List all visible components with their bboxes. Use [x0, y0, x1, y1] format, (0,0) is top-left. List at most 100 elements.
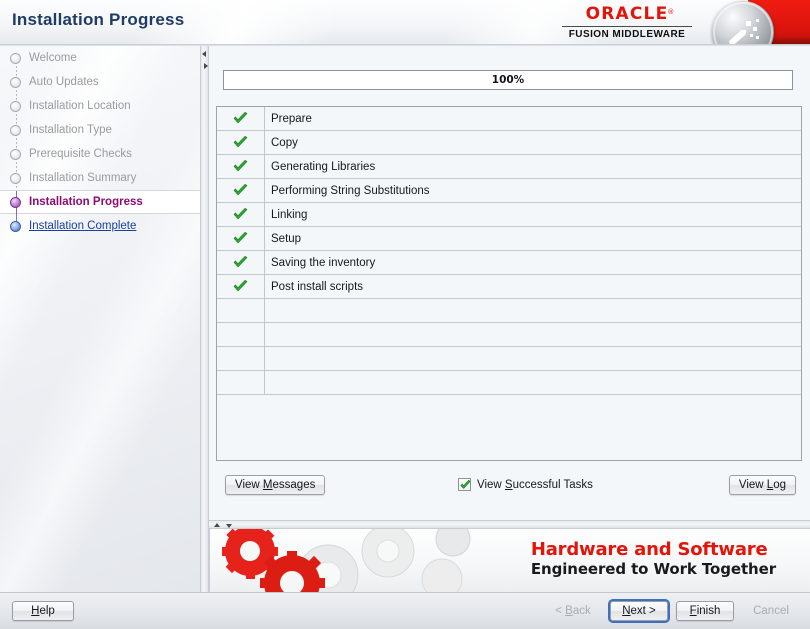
sidebar-step-installation-progress[interactable]: Installation Progress [0, 190, 200, 214]
step-bullet-icon [10, 173, 21, 184]
help-button[interactable]: Help [12, 601, 74, 621]
task-row-empty[interactable] [217, 323, 801, 347]
green-check-icon [233, 136, 248, 149]
page-title: Installation Progress [12, 10, 184, 30]
task-status-cell [217, 155, 265, 178]
horizontal-splitter[interactable] [209, 520, 810, 529]
cancel-label-rest: Cancel [753, 605, 789, 617]
task-status-cell [217, 203, 265, 226]
finish-button[interactable]: Finish [676, 601, 734, 621]
sidebar-step-label: Installation Location [29, 100, 131, 112]
view-messages-label-rest: essages [273, 479, 316, 491]
checkbox-label-mnemonic: S [505, 479, 513, 491]
view-log-label-rest: og [773, 479, 786, 491]
task-row[interactable]: Performing String Substitutions [217, 179, 801, 203]
splitter-right-arrow-icon[interactable] [204, 63, 208, 69]
oracle-product-line: FUSION MIDDLEWARE [562, 29, 692, 41]
step-bullet-icon [10, 197, 21, 208]
task-status-cell [217, 179, 265, 202]
view-log-label: View [739, 479, 767, 491]
task-name-cell: Setup [265, 227, 801, 250]
banner-text: Hardware and Software Engineered to Work… [531, 539, 776, 578]
checkbox-label-rest: uccessful Tasks [513, 479, 593, 491]
task-status-cell [217, 323, 265, 346]
sidebar-step-label: Installation Complete [29, 220, 136, 232]
splitter-down-arrow-icon[interactable] [226, 524, 232, 528]
main-content-panel: 100% PrepareCopyGenerating LibrariesPerf… [209, 46, 810, 520]
sidebar-step-label: Prerequisite Checks [29, 148, 132, 160]
oracle-logo: ORACLE® FUSION MIDDLEWARE [562, 6, 692, 41]
task-name-cell [265, 371, 801, 394]
task-row[interactable]: Copy [217, 131, 801, 155]
step-bullet-icon [10, 101, 21, 112]
next-mnemonic: N [622, 605, 630, 617]
vertical-splitter[interactable] [200, 46, 209, 592]
task-row[interactable]: Setup [217, 227, 801, 251]
task-status-cell [217, 107, 265, 130]
progress-percent-label: 100% [224, 71, 792, 89]
task-row[interactable]: Linking [217, 203, 801, 227]
task-row-empty[interactable] [217, 299, 801, 323]
task-name-cell: Prepare [265, 107, 801, 130]
task-row-empty[interactable] [217, 371, 801, 395]
logo-divider [562, 26, 692, 27]
sidebar-step-prerequisite-checks: Prerequisite Checks [0, 142, 200, 166]
installation-progress-bar: 100% [223, 70, 793, 90]
sidebar-step-installation-complete[interactable]: Installation Complete [0, 214, 200, 238]
view-messages-label: View [235, 479, 263, 491]
view-messages-button[interactable]: View Messages [225, 475, 325, 495]
task-status-cell [217, 275, 265, 298]
green-check-icon [233, 160, 248, 173]
sidebar-step-label: Welcome [29, 52, 77, 64]
oracle-wordmark: ORACLE® [586, 6, 669, 23]
sidebar-step-installation-type: Installation Type [0, 118, 200, 142]
sidebar-step-label: Auto Updates [29, 76, 99, 88]
splitter-left-arrow-icon[interactable] [202, 51, 206, 57]
task-name-cell: Generating Libraries [265, 155, 801, 178]
sidebar-step-installation-location: Installation Location [0, 94, 200, 118]
gears-icon [210, 529, 510, 592]
task-status-cell [217, 251, 265, 274]
installer-window: Installation Progress ORACLE® [0, 0, 810, 629]
task-status-cell [217, 347, 265, 370]
cancel-button: Cancel [742, 601, 800, 621]
sidebar-step-installation-summary: Installation Summary [0, 166, 200, 190]
checkbox-check-icon [459, 479, 472, 492]
steps-sidebar: Welcome Auto Updates Installation Location… [0, 46, 200, 592]
task-name-cell: Copy [265, 131, 801, 154]
checkbox-box[interactable] [458, 478, 471, 491]
step-bullet-icon [10, 125, 21, 136]
green-check-icon [233, 280, 248, 293]
header-bar: Installation Progress ORACLE® [0, 0, 810, 44]
green-check-icon [233, 184, 248, 197]
step-bullet-icon [10, 53, 21, 64]
green-check-icon [233, 256, 248, 269]
next-button[interactable]: Next > [610, 601, 668, 621]
task-name-cell: Performing String Substitutions [265, 179, 801, 202]
banner-headline: Hardware and Software [531, 539, 776, 560]
splitter-up-arrow-icon[interactable] [214, 523, 220, 527]
task-row[interactable]: Prepare [217, 107, 801, 131]
task-name-cell [265, 299, 801, 322]
task-status-cell [217, 371, 265, 394]
task-row[interactable]: Post install scripts [217, 275, 801, 299]
task-name-cell [265, 395, 801, 455]
step-bullet-icon [10, 77, 21, 88]
task-name-cell [265, 347, 801, 370]
task-row-empty[interactable] [217, 347, 801, 371]
task-row[interactable]: Generating Libraries [217, 155, 801, 179]
task-controls-row: View Messages View Successful Tasks View… [209, 470, 810, 510]
back-mnemonic: B [565, 605, 573, 617]
registered-trademark-icon: ® [667, 4, 675, 21]
task-name-cell: Saving the inventory [265, 251, 801, 274]
green-check-icon [233, 112, 248, 125]
wizard-nav-buttons: < Back Next > Finish Cancel [544, 601, 800, 621]
sidebar-step-label: Installation Progress [29, 196, 143, 208]
view-log-button[interactable]: View Log [729, 475, 796, 495]
finish-label-rest: inish [697, 605, 721, 617]
view-successful-tasks-checkbox[interactable]: View Successful Tasks [458, 478, 593, 491]
step-bullet-icon [10, 221, 21, 232]
task-row[interactable]: Saving the inventory [217, 251, 801, 275]
task-name-cell [265, 323, 801, 346]
magic-wand-sphere-icon [712, 1, 774, 44]
